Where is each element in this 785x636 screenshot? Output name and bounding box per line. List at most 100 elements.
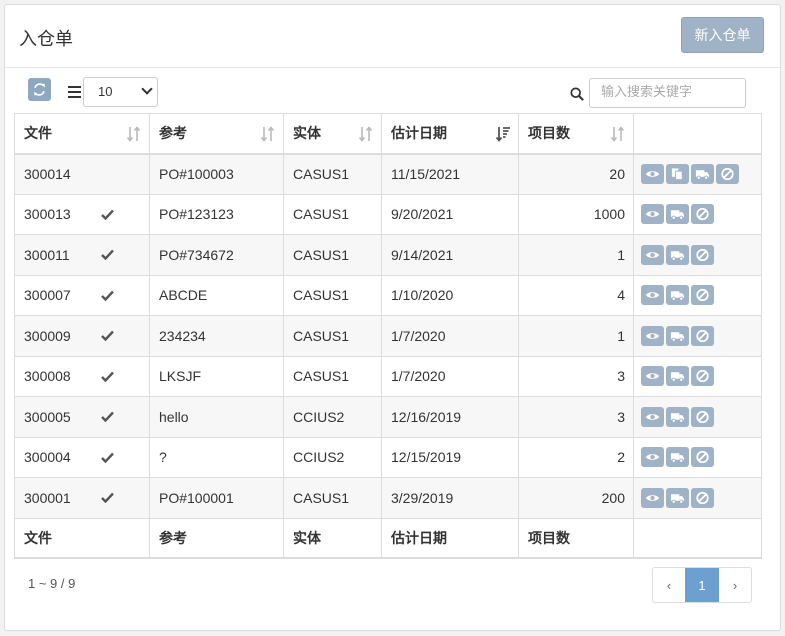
entity-cell: CASUS1 [283,315,382,357]
table-row[interactable]: 300001 PO#100001 CASUS1 3/29/2019 200 [14,477,762,519]
table-row[interactable]: 300013 PO#123123 CASUS1 9/20/2021 1000 [14,193,762,235]
refresh-button[interactable] [28,78,51,101]
check-icon [101,330,114,341]
page-size-value: 10 [98,84,113,99]
ship-button[interactable] [666,447,689,468]
doc-number: 300011 [24,246,70,263]
columns-menu-icon[interactable] [68,86,81,98]
cancel-button[interactable] [691,285,714,306]
actions-cell [633,274,762,316]
sort-icon [261,126,275,142]
count-cell: 4 [518,274,634,316]
ship-button[interactable] [666,406,689,427]
column-header-date[interactable]: 估计日期 [381,113,519,155]
column-header-doc[interactable]: 文件 [14,113,150,155]
ref-cell: PO#100003 [149,153,284,195]
search-input[interactable]: 输入搜索关键字 [589,78,746,108]
check-icon [101,290,114,301]
view-button[interactable] [641,366,664,387]
ship-button[interactable] [666,366,689,387]
date-cell: 11/15/2021 [381,153,519,195]
panel-header: 入仓单 新入仓单 [5,5,780,68]
ship-button[interactable] [691,164,714,184]
view-button[interactable] [641,244,664,265]
check-icon [101,209,114,220]
ref-cell: LKSJF [149,355,284,397]
ship-button[interactable] [666,325,689,346]
view-button[interactable] [641,325,664,346]
count-cell: 1000 [518,193,634,235]
ref-cell: PO#100001 [149,477,284,519]
refresh-icon [34,83,45,96]
cancel-button[interactable] [716,164,739,184]
view-button[interactable] [641,406,664,427]
cancel-button[interactable] [691,204,714,225]
date-cell: 3/29/2019 [381,477,519,519]
actions-cell [633,436,762,478]
cancel-button[interactable] [691,325,714,346]
view-button[interactable] [641,487,664,508]
doc-cell: 300005 [14,396,150,438]
actions-cell [633,315,762,357]
view-button[interactable] [641,164,664,184]
count-cell: 3 [518,396,634,438]
footer-date: 估计日期 [381,517,519,559]
cancel-button[interactable] [691,487,714,508]
table-row[interactable]: 300008 LKSJF CASUS1 1/7/2020 3 [14,355,762,397]
view-button[interactable] [641,447,664,468]
entity-cell: CASUS1 [283,153,382,195]
table-row[interactable]: 300005 hello CCIUS2 12/16/2019 3 [14,396,762,438]
column-header-ref[interactable]: 参考 [149,113,284,155]
entity-cell: CCIUS2 [283,396,382,438]
view-button[interactable] [641,204,664,225]
check-icon [101,411,114,422]
table-row[interactable]: 300004? CCIUS2 12/15/2019 2 [14,436,762,478]
doc-cell: 300001 [14,477,150,519]
inbound-table: 文件 参考 实体 估计日期 项目数 300014 PO#100003 CASUS1 1… [14,113,762,559]
table-toolbar: 10 输入搜索关键字 [0,64,785,114]
ship-button[interactable] [666,487,689,508]
entity-cell: CASUS1 [283,274,382,316]
view-button[interactable] [641,285,664,306]
page-size-select[interactable]: 10 [83,77,158,107]
footer-ref: 参考 [149,517,284,559]
table-row[interactable]: 300014 PO#100003 CASUS1 11/15/2021 20 [14,153,762,195]
actions-cell [633,193,762,235]
doc-cell: 300011 [14,234,150,276]
table-row[interactable]: 300011 PO#734672 CASUS1 9/14/2021 1 [14,234,762,276]
copy-button[interactable] [666,164,689,184]
table-row[interactable]: 300009 234234 CASUS1 1/7/2020 1 [14,315,762,357]
ship-button[interactable] [666,204,689,225]
page-button-1[interactable]: 1 [685,568,719,602]
column-header-entity[interactable]: 实体 [283,113,382,155]
chevron-down-icon [141,83,153,95]
ship-button[interactable] [666,244,689,265]
actions-cell [633,355,762,397]
date-cell: 9/14/2021 [381,234,519,276]
table-row[interactable]: 300007 ABCDE CASUS1 1/10/2020 4 [14,274,762,316]
doc-number: 300009 [24,327,71,344]
date-cell: 1/7/2020 [381,355,519,397]
prev-page-button[interactable]: ‹ [653,568,685,602]
actions-cell [633,153,762,195]
count-cell: 20 [518,153,634,195]
column-header-count[interactable]: 项目数 [518,113,634,155]
cancel-button[interactable] [691,447,714,468]
cancel-button[interactable] [691,366,714,387]
date-cell: 1/10/2020 [381,274,519,316]
doc-cell: 300008 [14,355,150,397]
table-header-row: 文件 参考 实体 估计日期 项目数 [14,113,762,155]
ship-button[interactable] [666,285,689,306]
ref-cell: ABCDE [149,274,284,316]
doc-number: 300007 [24,287,71,304]
cancel-button[interactable] [691,244,714,265]
count-cell: 1 [518,315,634,357]
cancel-button[interactable] [691,406,714,427]
doc-number: 300005 [24,408,71,425]
pagination-info: 1 ~ 9 / 9 [28,576,76,591]
ref-cell: PO#734672 [149,234,284,276]
new-inbound-button[interactable]: 新入仓单 [681,17,764,53]
footer-doc: 文件 [14,517,150,559]
next-page-button[interactable]: › [719,568,751,602]
doc-number: 300014 [24,166,71,182]
